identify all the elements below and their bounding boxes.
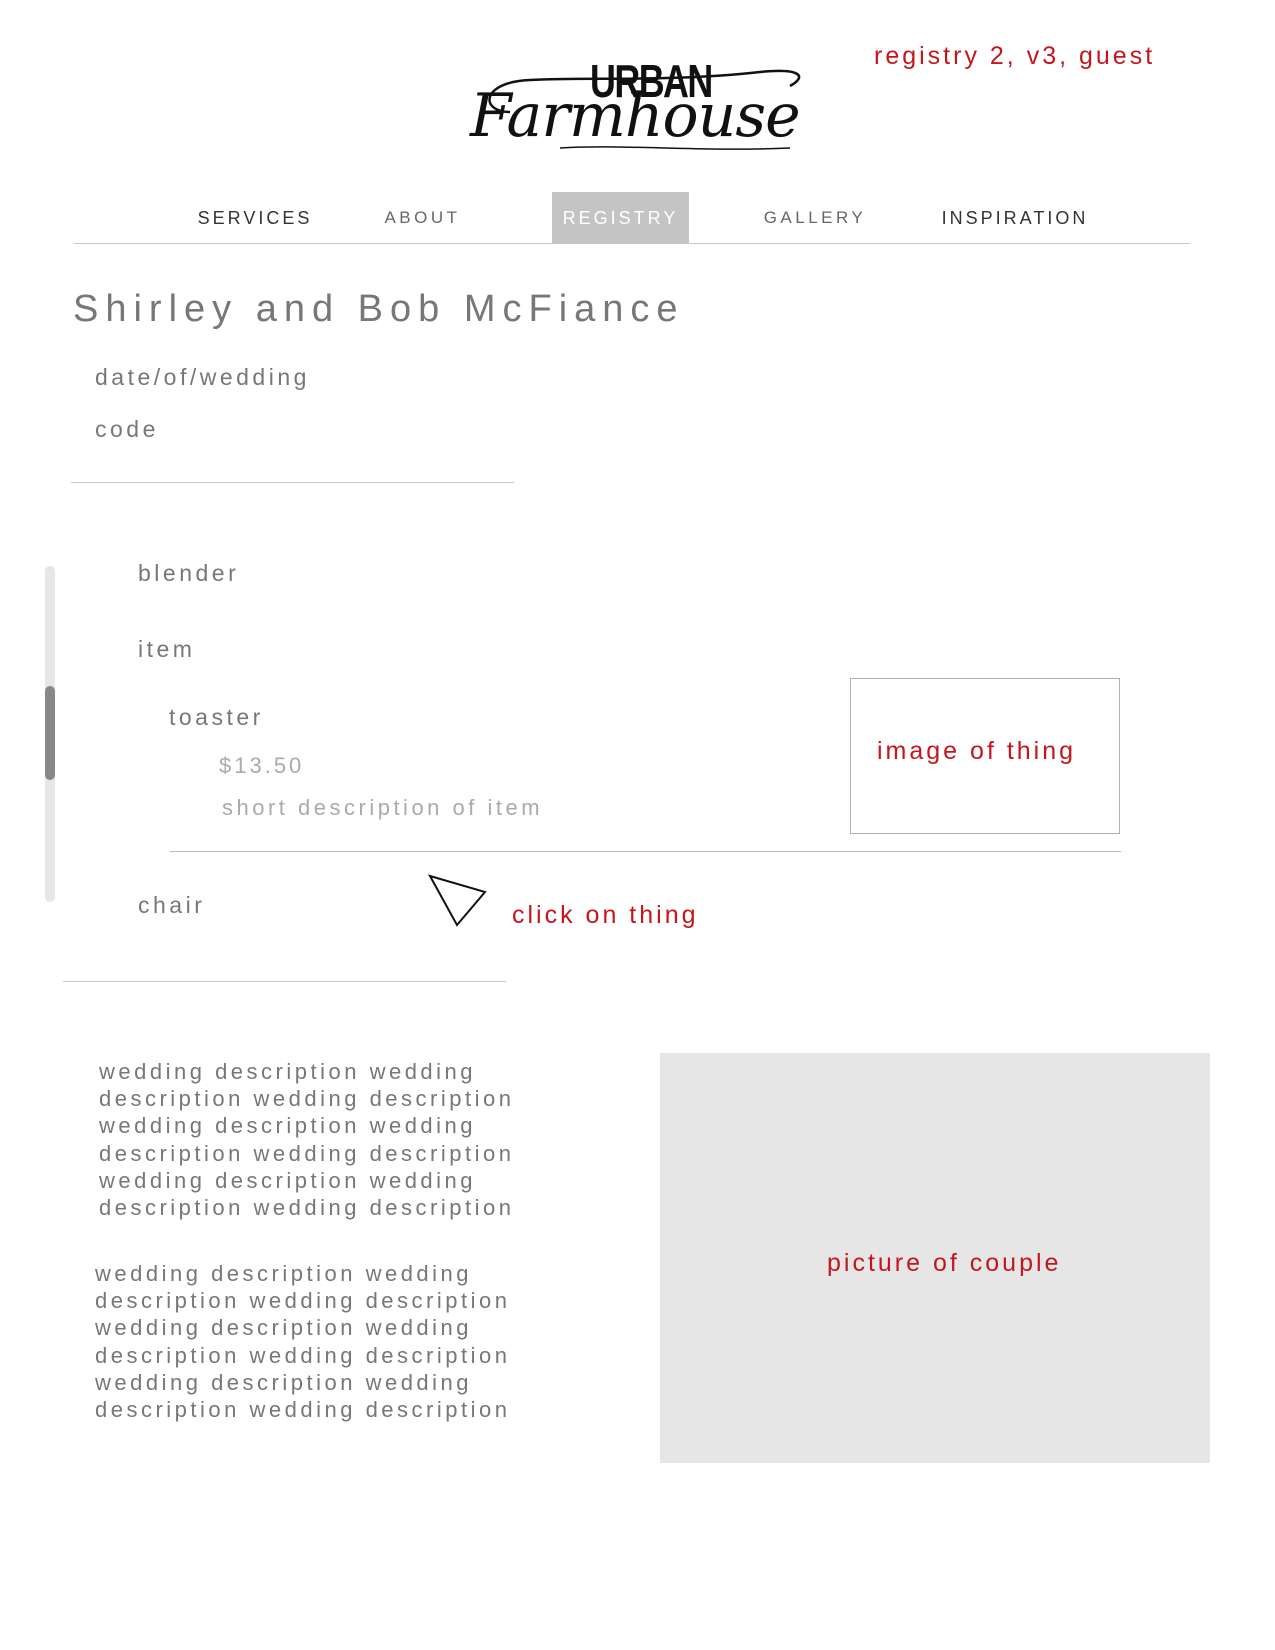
- item-image-placeholder[interactable]: image of thing: [850, 678, 1120, 834]
- couple-name: Shirley and Bob McFiance: [73, 288, 685, 330]
- wedding-date: date/of/wedding: [95, 364, 310, 390]
- nav-registry[interactable]: REGISTRY: [552, 192, 689, 244]
- wedding-description-2: wedding description wedding description …: [95, 1260, 555, 1423]
- item-image-label: image of thing: [877, 737, 1077, 765]
- couple-picture-label: picture of couple: [827, 1249, 1062, 1277]
- logo-swash-icon: [488, 69, 801, 150]
- list-item-toaster[interactable]: toaster: [169, 704, 264, 731]
- nav-inspiration[interactable]: INSPIRATION: [930, 192, 1100, 244]
- description-line: wedding description wedding: [99, 1059, 477, 1084]
- nav-divider: [74, 243, 1190, 244]
- description-line: wedding description wedding: [95, 1261, 473, 1286]
- nav-gallery[interactable]: GALLERY: [740, 192, 890, 244]
- nav-services[interactable]: SERVICES: [170, 192, 340, 244]
- list-item-blender[interactable]: blender: [138, 560, 239, 587]
- list-divider: [63, 981, 506, 982]
- item-description: short description of item: [222, 795, 544, 820]
- description-line: description wedding description: [99, 1140, 515, 1166]
- list-item-chair[interactable]: chair: [138, 892, 205, 919]
- description-line: description wedding description: [95, 1342, 511, 1368]
- wedding-description-1: wedding description wedding description …: [99, 1058, 559, 1221]
- nav-about[interactable]: ABOUT: [345, 192, 500, 244]
- header-divider: [71, 482, 514, 483]
- description-line: wedding description wedding: [95, 1315, 473, 1341]
- couple-picture-placeholder: picture of couple: [660, 1053, 1210, 1463]
- description-line: description wedding description: [99, 1086, 515, 1112]
- description-line: wedding description wedding: [99, 1113, 477, 1139]
- click-annotation: click on thing: [512, 901, 699, 929]
- description-line: wedding description wedding: [95, 1369, 473, 1395]
- list-item-item[interactable]: item: [138, 636, 195, 663]
- item-divider: [170, 851, 1121, 852]
- page-annotation: registry 2, v3, guest: [874, 42, 1156, 70]
- item-price: $13.50: [219, 753, 305, 778]
- description-line: description wedding description: [95, 1288, 511, 1314]
- brand-logo[interactable]: URBAN Farmhouse: [470, 52, 810, 170]
- description-line: description wedding description: [95, 1397, 511, 1423]
- description-line: wedding description wedding: [99, 1167, 477, 1193]
- cursor-arrow-icon: [428, 874, 487, 927]
- description-line: description wedding description: [99, 1195, 515, 1221]
- registry-code: code: [95, 416, 159, 442]
- list-scrollbar-thumb[interactable]: [45, 686, 55, 780]
